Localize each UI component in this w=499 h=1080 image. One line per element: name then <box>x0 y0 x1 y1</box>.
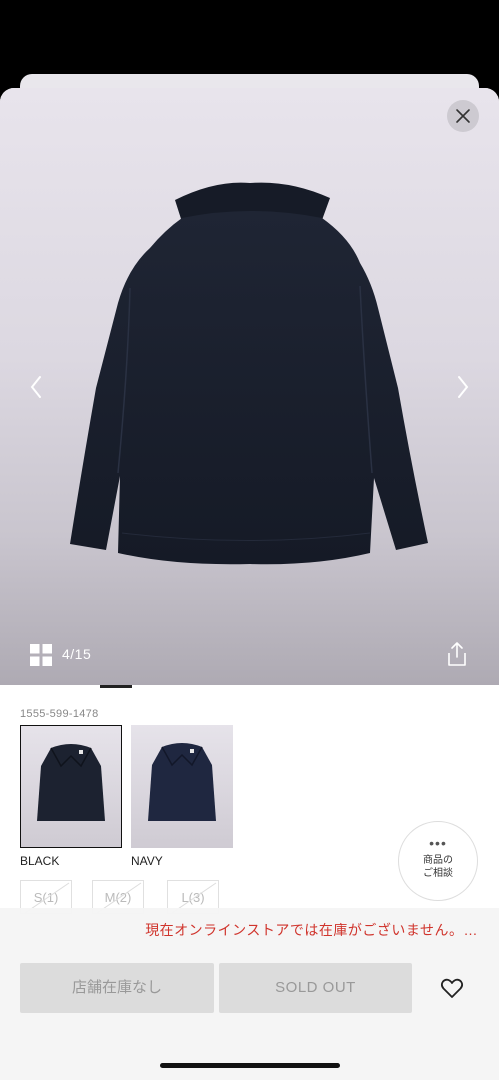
product-consult-button[interactable]: ••• 商品の ご相談 <box>398 821 478 901</box>
home-indicator <box>160 1063 340 1068</box>
jacket-thumbnail-icon <box>37 744 105 821</box>
gallery-footer: 4/15 <box>0 629 499 685</box>
store-stock-button[interactable]: 店舗在庫なし <box>20 963 214 1013</box>
color-swatch-black[interactable] <box>20 725 122 848</box>
share-icon[interactable] <box>445 641 469 667</box>
color-label-navy: NAVY <box>131 854 163 868</box>
product-image-gallery[interactable]: 4/15 <box>0 88 499 685</box>
close-icon <box>456 109 470 123</box>
close-button[interactable] <box>447 100 479 132</box>
consult-label-line1: 商品の <box>423 855 453 866</box>
sold-out-button[interactable]: SOLD OUT <box>219 963 412 1013</box>
product-detail-sheet: 4/15 1555-599-1478 BLACK NAVY ••• 商品の ご相… <box>0 88 499 1080</box>
consult-label-line2: ご相談 <box>423 868 453 879</box>
grid-view-icon[interactable] <box>30 644 52 666</box>
more-dots-icon: ••• <box>429 835 447 851</box>
stock-notice[interactable]: 現在オンラインストアでは在庫がございません。… <box>0 920 478 940</box>
favorite-heart-icon[interactable] <box>440 977 464 999</box>
bottom-action-bar: 現在オンラインストアでは在庫がございません。… 店舗在庫なし SOLD OUT <box>0 908 499 1080</box>
product-code: 1555-599-1478 <box>20 708 99 720</box>
gallery-scroll-indicator <box>100 685 132 688</box>
next-image-chevron-icon[interactable] <box>453 372 473 402</box>
previous-image-chevron-icon[interactable] <box>26 372 46 402</box>
jacket-thumbnail-icon <box>148 743 216 821</box>
color-swatch-navy[interactable] <box>131 725 233 848</box>
color-label-black: BLACK <box>20 854 60 868</box>
jacket-back-photo <box>70 182 428 565</box>
image-counter: 4/15 <box>62 646 92 662</box>
